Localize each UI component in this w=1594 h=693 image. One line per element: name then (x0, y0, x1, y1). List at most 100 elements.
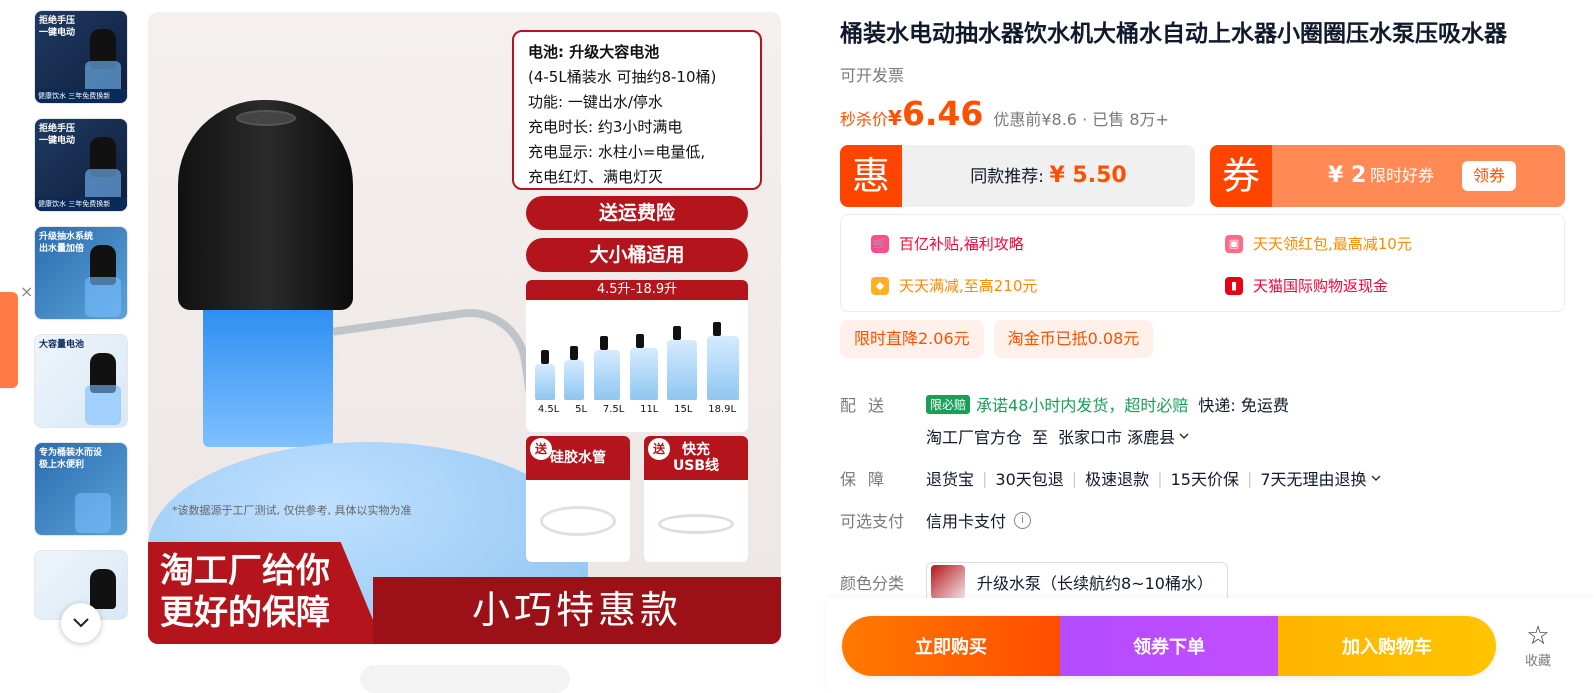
price-value: 6.46 (901, 94, 984, 133)
image-scroll-hint (360, 665, 570, 693)
size-label: 11L (640, 404, 659, 415)
price-meta: 优惠前¥8.6 · 已售 8万+ (993, 110, 1169, 129)
destination-select[interactable]: 张家口市 涿鹿县 (1058, 424, 1175, 448)
separator: | (982, 468, 988, 488)
bottle-icon (534, 350, 555, 400)
favorite-button[interactable]: ☆ 收藏 (1518, 622, 1558, 669)
recommendation-text: 同款推荐: ¥ 5.50 (902, 145, 1195, 207)
guarantee-label: 保障 (840, 470, 897, 489)
payment-label: 可选支付 (840, 512, 905, 531)
thumbnail-foot: 健康饮水 三年免费换新 (35, 197, 127, 211)
side-float-tab[interactable] (0, 292, 18, 388)
buy-now-button[interactable]: 立即购买 (842, 616, 1060, 676)
info-icon[interactable]: i (1014, 511, 1032, 529)
coupon-order-button[interactable]: 领券下单 (1060, 616, 1278, 676)
dispenser-body (178, 100, 353, 310)
similar-recommendation-card[interactable]: 惠 同款推荐: ¥ 5.50 (840, 145, 1195, 207)
shipping-fee: 快递: 免运费 (1198, 396, 1289, 415)
coin-deduction-chip: 淘金币已抵0.08元 (993, 320, 1154, 358)
discount-icon: ◆ (871, 276, 889, 295)
size-chart: 4.5升-18.9升 4.5L 5L 7.5L 11L 15L 18.9L (526, 280, 748, 432)
cart-icon: 🛒 (871, 234, 889, 253)
benefit-item[interactable]: ▮ 天猫国际购物返现金 (1225, 275, 1388, 296)
delivery-route: 淘工厂官方仓 至 张家口市 涿鹿县 (926, 424, 1189, 448)
spec-line: 充电红灯、满电灯灭 (528, 168, 664, 186)
benefit-text: 天天满减,至高210元 (899, 277, 1038, 295)
benefits-panel: 🛒 百亿补贴,福利攻略 ▣ 天天领红包,最高减10元 ◆ 天天满减,至高210元… (840, 214, 1565, 312)
warehouse: 淘工厂官方仓 (926, 428, 1023, 447)
guarantee-item: 15天价保 (1170, 470, 1239, 489)
thumbnail-tag: 拒绝手压 一键电动 (39, 124, 76, 146)
disclaimer: *该数据源于工厂测试, 仅供参考, 具体以实物为准 (172, 504, 412, 517)
thumbnail-5[interactable]: 专为桶装水而设 极上水便利 (34, 442, 128, 536)
promo-banner-right: 小巧特惠款 (373, 577, 781, 644)
benefit-text: 百亿补贴,福利攻略 (899, 235, 1024, 253)
spec-line: 电池: 升级大容电池 (528, 43, 660, 61)
price-drop-chip: 限时直降2.06元 (840, 320, 984, 358)
separator: | (1157, 468, 1163, 488)
claim-coupon-button[interactable]: 领券 (1462, 161, 1516, 191)
thumbnail-1[interactable]: 拒绝手压 一键电动 健康饮水 三年免费换新 (34, 10, 128, 104)
discount-chips: 限时直降2.06元 淘金币已抵0.08元 (840, 320, 1154, 358)
action-bar: 立即购买 领券下单 加入购物车 (842, 616, 1496, 676)
spec-line: 功能: 一键出水/停水 (528, 93, 663, 111)
guarantee-badge: 限必赔 (926, 394, 971, 414)
benefit-item[interactable]: ▣ 天天领红包,最高减10元 (1225, 233, 1412, 254)
separator: | (1071, 468, 1078, 488)
favorite-label: 收藏 (1524, 654, 1551, 669)
guarantee-item: 30天包退 (995, 470, 1064, 489)
shipping-insurance-pill: 送运费险 (526, 196, 748, 230)
gift-badge: 送 (530, 438, 552, 460)
thumbnail-4[interactable]: 大容量电池 (34, 334, 128, 428)
currency-symbol: ¥ (888, 106, 902, 130)
bottle-icon (629, 334, 658, 400)
close-icon[interactable]: × (20, 282, 33, 301)
main-product-image[interactable]: 电池: 升级大容电池 (4-5L桶装水 可抽约8-10桶) 功能: 一键出水/停… (148, 12, 781, 644)
usb-cable-image (658, 514, 734, 534)
quan-icon: 券 (1210, 145, 1272, 207)
thumbnail-scroll-down-button[interactable] (61, 603, 101, 643)
dispenser-neck (203, 302, 333, 447)
pump-image (90, 569, 116, 609)
thumbnail-2[interactable]: 拒绝手压 一键电动 健康饮水 三年免费换新 (34, 118, 128, 212)
size-labels: 4.5L 5L 7.5L 11L 15L 18.9L (526, 400, 748, 415)
dispenser-button (236, 110, 296, 126)
guarantee-item[interactable]: 7天无理由退换 (1260, 466, 1366, 490)
payment-row: 可选支付 信用卡支付 i (840, 508, 1032, 532)
delivery-row: 配送 限必赔 承诺48小时内发货，超时必赔 快递: 免运费 (840, 392, 1289, 416)
chevron-down-icon[interactable] (1179, 432, 1189, 440)
product-title: 桶装水电动抽水器饮水机大桶水自动上水器小圈圈压水泵压吸水器 (840, 21, 1507, 47)
sku-option[interactable]: 升级水泵（长续航约8~10桶水） (926, 562, 1228, 602)
chevron-down-icon (73, 618, 89, 628)
sku-option-text: 升级水泵（长续航约8~10桶水） (977, 574, 1213, 593)
promo-line: 更好的保障 (160, 593, 330, 633)
sku-row: 颜色分类 升级水泵（长续航约8~10桶水） (840, 562, 1228, 602)
dispenser-spout (332, 301, 534, 417)
delivery-label: 配送 (840, 396, 897, 415)
coupon-card: 券 ¥ 2 限时好券 领券 (1210, 145, 1565, 207)
recommendation-label: 同款推荐: (970, 167, 1050, 187)
guarantee-item: 极速退款 (1085, 470, 1150, 489)
red-packet-icon: ▣ (1225, 234, 1243, 253)
thumbnail-tag: 大容量电池 (39, 340, 85, 350)
guarantee-row: 保障 退货宝 | 30天包退 | 极速退款 | 15天价保 | 7天无理由退换 (840, 466, 1381, 490)
coupon-description: 限时好券 (1370, 166, 1435, 185)
size-bottles (526, 300, 748, 400)
benefit-item[interactable]: 🛒 百亿补贴,福利攻略 (871, 233, 1024, 254)
benefit-text: 天天领红包,最高减10元 (1253, 235, 1412, 253)
thumbnail-3[interactable]: 升级抽水系统 出水量加倍 (34, 226, 128, 320)
spec-line: (4-5L桶装水 可抽约8-10桶) (528, 68, 717, 86)
benefit-item[interactable]: ◆ 天天满减,至高210元 (871, 275, 1037, 296)
recommendation-price: ¥ 5.50 (1049, 163, 1127, 188)
price-label: 秒杀价 (840, 110, 889, 129)
shipping-promise: 承诺48小时内发货，超时必赔 (976, 396, 1189, 415)
sku-label: 颜色分类 (840, 574, 905, 593)
add-to-cart-button[interactable]: 加入购物车 (1278, 616, 1496, 676)
coupon-amount: ¥ 2 (1328, 163, 1367, 188)
spec-line: 充电时长: 约3小时满电 (528, 118, 683, 136)
chevron-down-icon[interactable] (1371, 474, 1381, 482)
bottle-icon (667, 326, 698, 400)
size-label: 15L (674, 404, 693, 415)
thumbnail-tag: 升级抽水系统 出水量加倍 (39, 232, 94, 254)
size-chart-header: 4.5升-18.9升 (526, 280, 748, 300)
